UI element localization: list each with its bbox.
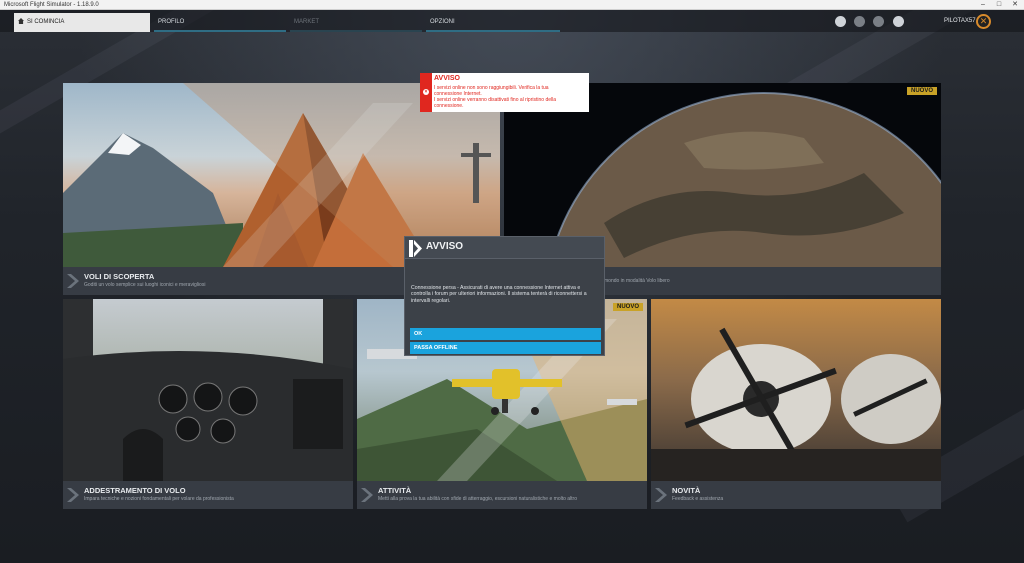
tab-market[interactable]: MARKET [290,13,422,32]
tile-subtitle: Goditi un volo semplice sui luoghi iconi… [84,282,206,288]
go-offline-button[interactable]: PASSA OFFLINE [410,342,601,354]
tab-label: OPZIONI [430,19,455,25]
chevron-right-icon [361,488,373,502]
tab-label: MARKET [294,19,320,25]
tab-profilo[interactable]: PROFILO [154,13,286,32]
tile-caption: ATTIVITÀ Metti alla prova la tua abilità… [357,481,647,509]
tile-title: ADDESTRAMENTO DI VOLO [84,486,186,495]
window-title: Microsoft Flight Simulator - 1.18.9.0 [4,2,99,8]
tile-subtitle: mondo in modalità Volo libero [604,278,670,284]
cockpit-image [63,299,353,481]
chevron-right-icon [655,488,667,502]
tile-subtitle: Metti alla prova la tua abilità con sfid… [378,496,577,502]
close-icon[interactable]: ✕ [1008,0,1022,10]
warning-dialog: AVVISO Connessione persa - Assicurati di… [404,236,605,356]
user-avatar-icon[interactable]: ✕ [976,14,991,29]
dialog-message: Connessione persa - Assicurati di avere … [411,285,587,304]
maximize-icon[interactable]: □ [992,0,1006,10]
tile-addestramento-di-volo[interactable]: ADDESTRAMENTO DI VOLO Impara tecniche e … [63,299,353,509]
home-icon [18,18,24,24]
chevron-right-icon [67,488,79,502]
window-titlebar: Microsoft Flight Simulator - 1.18.9.0 – … [0,0,1024,10]
error-toast: × AVVISO I servizi online non sono raggi… [420,73,589,112]
msfs-logo-icon [409,240,422,257]
minimize-icon[interactable]: – [976,0,990,10]
tile-title: NOVITÀ [672,486,701,495]
news-image [651,299,941,481]
activity-icon[interactable] [835,16,846,27]
tab-opzioni[interactable]: OPZIONI [426,13,560,32]
dialog-title: AVVISO [426,241,464,252]
account-icon[interactable] [893,16,904,27]
tile-novita[interactable]: NOVITÀ Feedback e assistenza [651,299,941,509]
tile-title: ATTIVITÀ [378,486,412,495]
tab-si-comincia[interactable]: SI COMINCIA [14,13,150,32]
ok-button[interactable]: OK [410,328,601,340]
notification-icon[interactable] [873,16,884,27]
new-badge: NUOVO [906,87,937,95]
tile-subtitle: Impara tecniche e nozioni fondamentali p… [84,496,234,502]
toast-line: connessione. [434,103,464,109]
error-icon: × [423,89,429,95]
top-navigation: SI COMINCIA PROFILO MARKET OPZIONI [0,10,1024,32]
news-illustration [651,327,941,481]
tile-caption: ADDESTRAMENTO DI VOLO Impara tecniche e … [63,481,353,509]
tile-caption: NOVITÀ Feedback e assistenza [651,481,941,509]
tile-subtitle: Feedback e assistenza [672,496,724,502]
tab-label: SI COMINCIA [27,19,65,25]
marketplace-icon[interactable] [854,16,865,27]
toast-title: AVVISO [434,75,460,82]
chevron-right-icon [67,274,79,288]
tab-label: PROFILO [158,19,185,25]
tile-title: VOLI DI SCOPERTA [84,272,155,281]
new-badge: NUOVO [612,303,643,311]
cockpit-illustration [63,299,353,481]
app-root: Microsoft Flight Simulator - 1.18.9.0 – … [0,0,1024,563]
username[interactable]: PILOTAX57 [944,16,976,27]
dialog-header: AVVISO [405,237,604,259]
